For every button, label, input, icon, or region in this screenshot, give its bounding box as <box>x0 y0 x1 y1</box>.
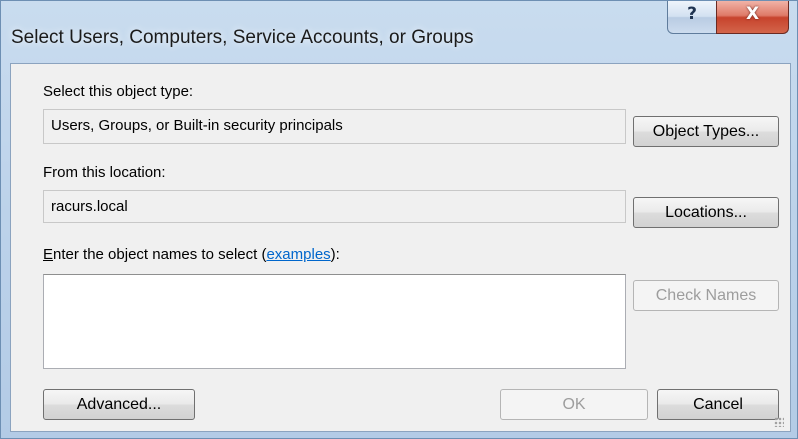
location-label: From this location: <box>43 164 166 181</box>
object-type-field: Users, Groups, or Built-in security prin… <box>43 109 626 144</box>
examples-link[interactable]: examples <box>266 246 330 263</box>
help-button[interactable]: ? <box>667 1 717 34</box>
resize-grip-icon[interactable] <box>774 417 784 427</box>
location-field: racurs.local <box>43 190 626 223</box>
title-bar[interactable]: Select Users, Computers, Service Account… <box>1 1 797 63</box>
advanced-button[interactable]: Advanced... <box>43 389 195 420</box>
object-names-label: Enter the object names to select (exampl… <box>43 246 340 263</box>
cancel-button[interactable]: Cancel <box>657 389 779 420</box>
ok-button[interactable]: OK <box>500 389 648 420</box>
location-value: racurs.local <box>51 198 128 215</box>
select-users-dialog: Select Users, Computers, Service Account… <box>0 0 798 439</box>
object-names-input[interactable] <box>43 274 626 369</box>
object-names-label-text: nter the object names to select ( <box>53 246 267 263</box>
object-types-button[interactable]: Object Types... <box>633 116 779 147</box>
dialog-title: Select Users, Computers, Service Account… <box>11 27 474 48</box>
object-type-value: Users, Groups, or Built-in security prin… <box>51 117 343 134</box>
accelerator-key: E <box>43 246 54 263</box>
object-type-label: Select this object type: <box>43 83 194 100</box>
check-names-button[interactable]: Check Names <box>633 280 779 311</box>
title-bar-buttons: ? X <box>667 1 791 35</box>
dialog-client-area: Select this object type: Users, Groups, … <box>10 63 791 432</box>
object-names-label-end: ): <box>330 246 340 263</box>
locations-button[interactable]: Locations... <box>633 197 779 228</box>
help-icon: ? <box>687 4 697 24</box>
close-icon: X <box>745 4 760 24</box>
close-button[interactable]: X <box>716 1 789 34</box>
